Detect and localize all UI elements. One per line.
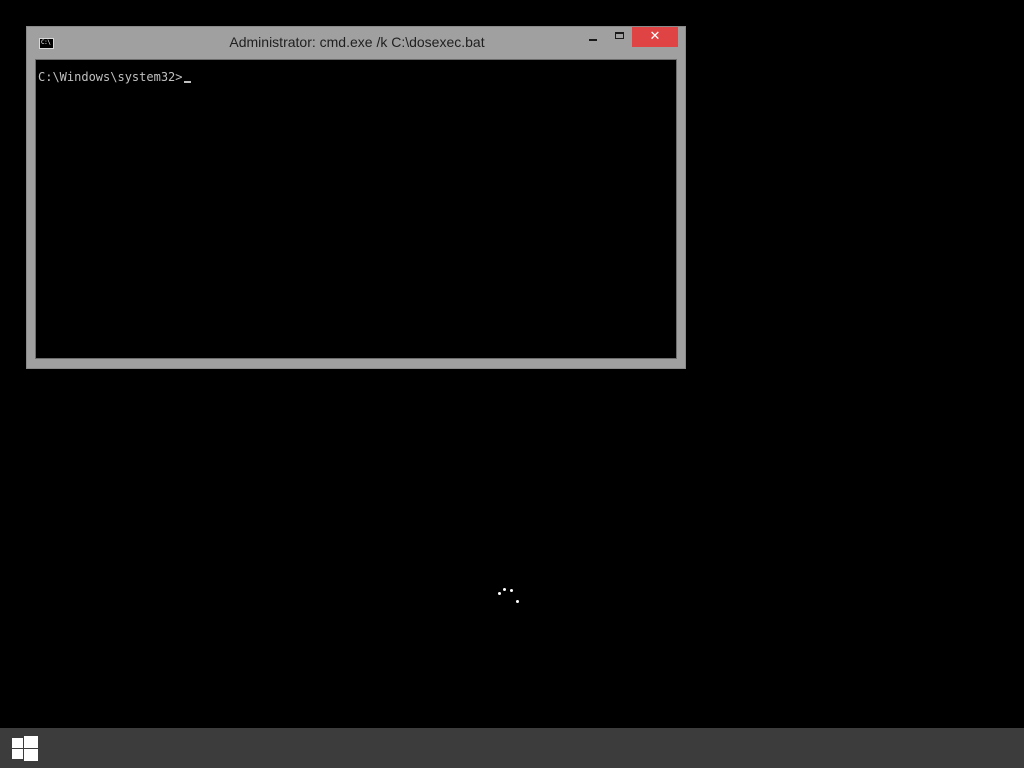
maximize-button[interactable] (607, 27, 633, 47)
maximize-icon (615, 32, 624, 39)
start-button[interactable] (0, 728, 50, 768)
console-line: C:\Windows\system32> (38, 70, 191, 84)
close-button[interactable]: ✕ (632, 27, 678, 47)
spinner-dot (503, 588, 506, 591)
spinner-dot (516, 600, 519, 603)
title-bar[interactable]: C:\ Administrator: cmd.exe /k C:\dosexec… (27, 27, 685, 58)
close-icon: ✕ (649, 29, 661, 44)
windows-logo-icon (12, 736, 39, 761)
spinner-dot (510, 589, 513, 592)
spinner-dot (498, 592, 501, 595)
minimize-button[interactable] (581, 27, 606, 47)
cmd-icon-label: C:\ (41, 39, 51, 46)
taskbar (0, 728, 1024, 768)
minimize-icon (589, 39, 597, 41)
loading-spinner-icon (496, 586, 522, 606)
console-prompt: C:\Windows\system32> (38, 70, 183, 84)
cmd-icon[interactable]: C:\ (39, 38, 54, 49)
window-title: Administrator: cmd.exe /k C:\dosexec.bat (229, 34, 485, 50)
cmd-window[interactable]: C:\ Administrator: cmd.exe /k C:\dosexec… (26, 26, 686, 369)
console-output[interactable]: C:\Windows\system32> (35, 59, 677, 359)
desktop: C:\ Administrator: cmd.exe /k C:\dosexec… (0, 0, 1024, 728)
text-cursor (183, 81, 191, 83)
